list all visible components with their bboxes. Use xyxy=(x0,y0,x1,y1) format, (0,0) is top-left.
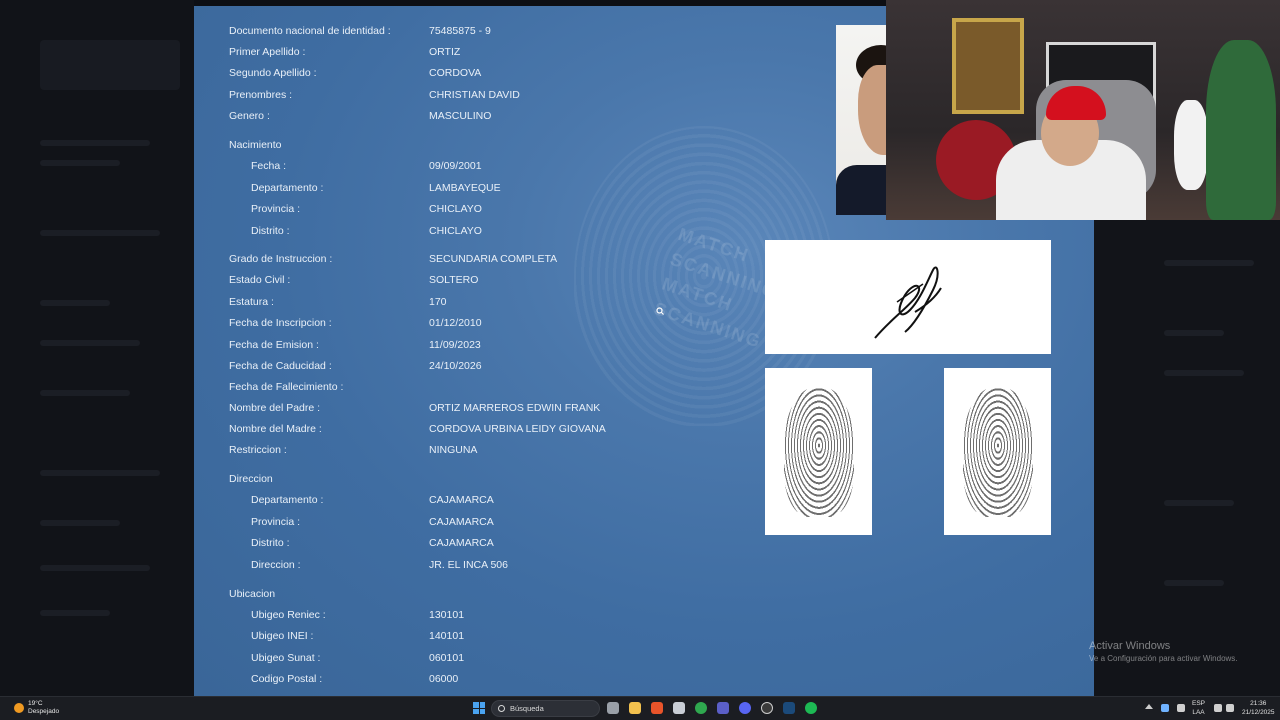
section-direccion: Direccion xyxy=(229,473,273,485)
background-app-right xyxy=(1094,220,1280,696)
clock[interactable]: 21:36 21/12/2025 xyxy=(1242,699,1275,717)
photo-face xyxy=(858,65,888,155)
cursor-icon xyxy=(656,307,664,315)
background-line xyxy=(40,565,150,571)
background-card xyxy=(40,40,180,90)
photo-suit xyxy=(836,165,888,215)
background-line xyxy=(40,140,150,146)
tray-sync-icon[interactable] xyxy=(1161,704,1169,712)
background-line xyxy=(1164,580,1224,586)
search-placeholder: Búsqueda xyxy=(510,704,544,713)
fingerprint-right-image xyxy=(962,386,1033,517)
id-photo xyxy=(836,25,888,215)
search-icon xyxy=(498,705,505,712)
tray-network-icon[interactable] xyxy=(1214,704,1222,712)
background-line xyxy=(1164,260,1254,266)
spotify-icon[interactable] xyxy=(805,702,817,714)
fingerprint-right xyxy=(944,368,1051,535)
store-icon[interactable] xyxy=(673,702,685,714)
background-line xyxy=(40,610,110,616)
fingerprint-left-image xyxy=(783,386,854,517)
chrome-icon[interactable] xyxy=(695,702,707,714)
background-line xyxy=(40,340,140,346)
windows-activation-notice: Activar Windows Ve a Configuración para … xyxy=(1089,640,1238,663)
taskbar: 19°C Despejado Búsqueda ESP LAA 21:36 21… xyxy=(0,696,1280,720)
webcam-christmas-tree xyxy=(1206,40,1276,220)
background-line xyxy=(40,230,160,236)
windows-start-icon[interactable] xyxy=(473,702,485,714)
section-ubicacion: Ubicacion xyxy=(229,588,276,600)
fingerprint-left xyxy=(765,368,872,535)
teams-icon[interactable] xyxy=(717,702,729,714)
obs-icon[interactable] xyxy=(761,702,773,714)
weather-desc: Despejado xyxy=(28,708,60,715)
tray-chevron-up-icon[interactable] xyxy=(1145,704,1153,709)
background-line xyxy=(1164,500,1234,506)
signature-image xyxy=(765,240,1051,354)
background-line xyxy=(1164,330,1224,336)
background-line xyxy=(40,470,160,476)
discord-icon[interactable] xyxy=(739,702,751,714)
background-line xyxy=(40,160,120,166)
background-line xyxy=(40,390,130,396)
background-line xyxy=(1164,370,1244,376)
tray-volume-icon[interactable] xyxy=(1226,704,1234,712)
weather-widget[interactable]: 19°C Despejado xyxy=(14,700,59,716)
background-line xyxy=(40,520,120,526)
background-line xyxy=(40,300,110,306)
taskbar-search[interactable]: Búsqueda xyxy=(491,700,600,717)
language-indicator[interactable]: ESP LAA xyxy=(1192,699,1205,717)
tray-microphone-icon[interactable] xyxy=(1177,704,1185,712)
brave-icon[interactable] xyxy=(651,702,663,714)
background-app-left xyxy=(0,0,194,696)
steam-icon[interactable] xyxy=(783,702,795,714)
clock-date: 21/12/2025 xyxy=(1242,709,1275,716)
webcam-religious-frame xyxy=(952,18,1024,114)
section-nacimiento: Nacimiento xyxy=(229,139,282,151)
clock-time: 21:36 xyxy=(1250,700,1267,707)
webcam-overlay xyxy=(886,0,1280,220)
file-explorer-icon[interactable] xyxy=(629,702,641,714)
task-view-icon[interactable] xyxy=(607,702,619,714)
weather-temp: 19°C xyxy=(28,700,43,707)
signature-stroke xyxy=(874,266,942,339)
webcam-snowman xyxy=(1174,100,1208,190)
weather-sun-icon xyxy=(14,703,24,713)
